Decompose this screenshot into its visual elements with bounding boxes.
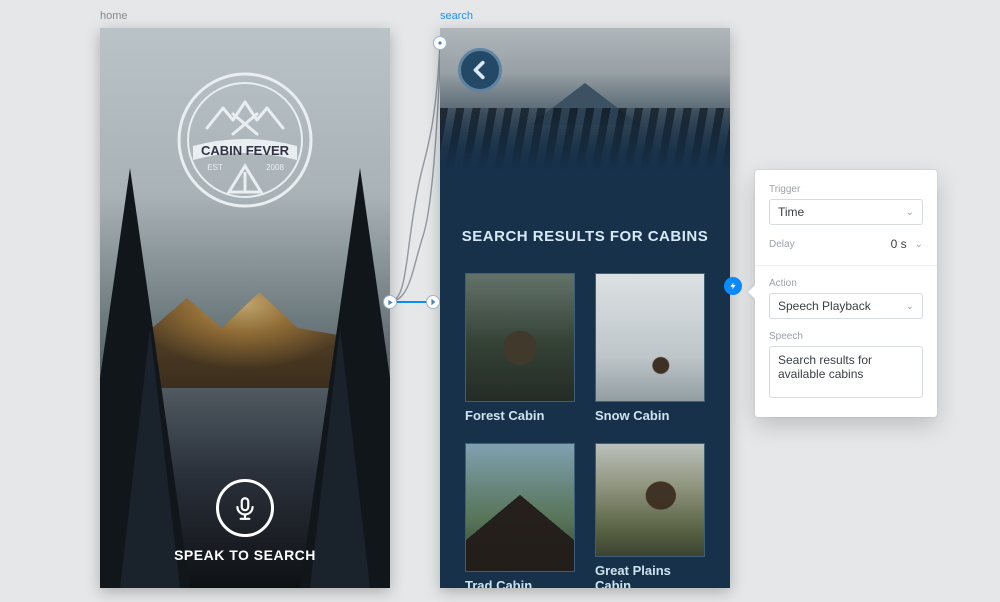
artboard-home: CABIN FEVER EST 2008 SPEAK TO SEARCH (100, 28, 390, 588)
interaction-anchor[interactable] (724, 277, 742, 295)
action-label: Action (769, 278, 923, 289)
delay-label: Delay (769, 239, 795, 250)
search-results-heading: SEARCH RESULTS FOR CABINS (440, 228, 730, 245)
result-card-snow-cabin[interactable]: Snow Cabin (595, 273, 705, 423)
link-anchor-out[interactable] (383, 295, 397, 309)
action-select[interactable]: Speech Playback ⌄ (769, 293, 923, 319)
chevron-down-icon: ⌄ (906, 207, 914, 218)
page-label-home[interactable]: home (100, 10, 128, 22)
hero-cabin-illustration (530, 83, 640, 125)
chevron-left-icon (469, 59, 491, 81)
result-thumbnail (465, 273, 575, 402)
interaction-inspector-panel: Trigger Time ⌄ Delay 0 s ⌄ Action Speech… (755, 170, 937, 417)
speech-label: Speech (769, 331, 923, 342)
link-anchor-in-left[interactable] (426, 295, 440, 309)
delay-value[interactable]: 0 s (891, 237, 907, 251)
trigger-value: Time (778, 205, 804, 219)
speech-textarea[interactable]: Search results for available cabins (769, 346, 923, 398)
result-label: Trad Cabin (465, 578, 575, 588)
result-thumbnail (465, 443, 575, 572)
speak-to-search-button[interactable] (216, 479, 274, 537)
result-card-forest-cabin[interactable]: Forest Cabin (465, 273, 575, 423)
result-thumbnail (595, 443, 705, 557)
result-thumbnail (595, 273, 705, 402)
trigger-label: Trigger (769, 184, 923, 195)
logo-year-text: 2008 (266, 163, 284, 172)
result-card-great-plains-cabin[interactable]: Great Plains Cabin (595, 443, 705, 588)
speak-to-search-label: SPEAK TO SEARCH (174, 547, 316, 563)
panel-divider (755, 265, 937, 266)
result-label: Snow Cabin (595, 408, 705, 423)
page-label-search[interactable]: search (440, 10, 473, 22)
microphone-icon (232, 495, 258, 521)
result-label: Great Plains Cabin (595, 563, 705, 588)
link-anchor-in-top[interactable] (433, 36, 447, 50)
trigger-select[interactable]: Time ⌄ (769, 199, 923, 225)
chevron-down-icon[interactable]: ⌄ (915, 239, 923, 250)
logo-brand-text: CABIN FEVER (201, 143, 290, 158)
artboard-search: SEARCH RESULTS FOR CABINS Forest Cabin S… (440, 28, 730, 588)
logo-est-text: EST (207, 163, 223, 172)
chevron-down-icon: ⌄ (906, 301, 914, 312)
result-label: Forest Cabin (465, 408, 575, 423)
brand-logo: CABIN FEVER EST 2008 (175, 70, 315, 210)
result-card-trad-cabin[interactable]: Trad Cabin (465, 443, 575, 588)
back-button[interactable] (458, 48, 502, 92)
action-value: Speech Playback (778, 299, 871, 313)
